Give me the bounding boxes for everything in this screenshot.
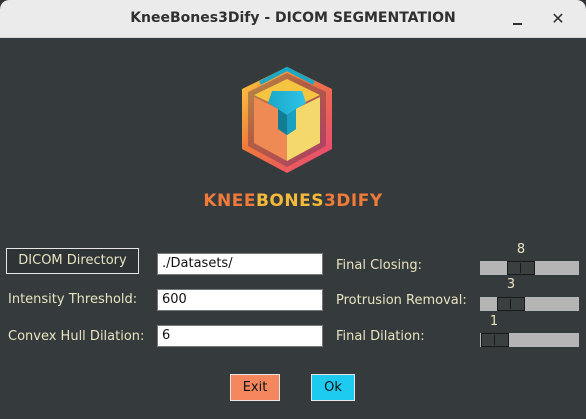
minimize-button[interactable] [507, 8, 529, 30]
final-dilation-slider[interactable] [480, 333, 579, 347]
exit-button[interactable]: Exit [230, 374, 280, 401]
convex-hull-dilation-field[interactable]: 6 [157, 325, 323, 347]
main-content: KNEEBONES3DIFY DICOM Directory ./Dataset… [0, 38, 586, 419]
final-dilation-slider-handle[interactable] [481, 333, 509, 347]
protrusion-removal-value: 3 [506, 277, 516, 292]
brand-wordmark: KNEEBONES3DIFY [0, 191, 586, 211]
final-closing-slider[interactable] [480, 261, 579, 275]
app-window: KneeBones3Dify - DICOM SEGMENTATION ✕ KN… [0, 0, 586, 419]
kneebones3dify-logo [242, 66, 332, 173]
final-closing-value: 8 [516, 242, 526, 257]
intensity-threshold-field[interactable]: 600 [157, 289, 323, 311]
title-bar: KneeBones3Dify - DICOM SEGMENTATION ✕ [0, 0, 586, 38]
window-title: KneeBones3Dify - DICOM SEGMENTATION [130, 10, 456, 26]
final-dilation-value: 1 [489, 314, 499, 329]
final-closing-label: Final Closing: [336, 258, 422, 273]
ok-button[interactable]: Ok [311, 374, 355, 401]
close-icon: ✕ [551, 9, 565, 28]
protrusion-removal-slider-handle[interactable] [497, 297, 525, 311]
dicom-directory-field[interactable]: ./Datasets/ [157, 253, 323, 275]
convex-hull-dilation-label: Convex Hull Dilation: [8, 329, 145, 344]
intensity-threshold-label: Intensity Threshold: [8, 292, 138, 307]
final-closing-slider-handle[interactable] [507, 261, 535, 275]
dicom-directory-button[interactable]: DICOM Directory [6, 248, 139, 274]
final-dilation-label: Final Dilation: [336, 329, 425, 344]
protrusion-removal-label: Protrusion Removal: [336, 293, 467, 308]
minimize-icon [513, 23, 522, 25]
protrusion-removal-slider[interactable] [480, 297, 579, 311]
close-button[interactable]: ✕ [547, 8, 569, 30]
brand-part-knee: KNEE [203, 191, 256, 211]
brand-part-bones: BONES [255, 191, 324, 211]
brand-part-3dify: 3DIFY [323, 191, 383, 211]
